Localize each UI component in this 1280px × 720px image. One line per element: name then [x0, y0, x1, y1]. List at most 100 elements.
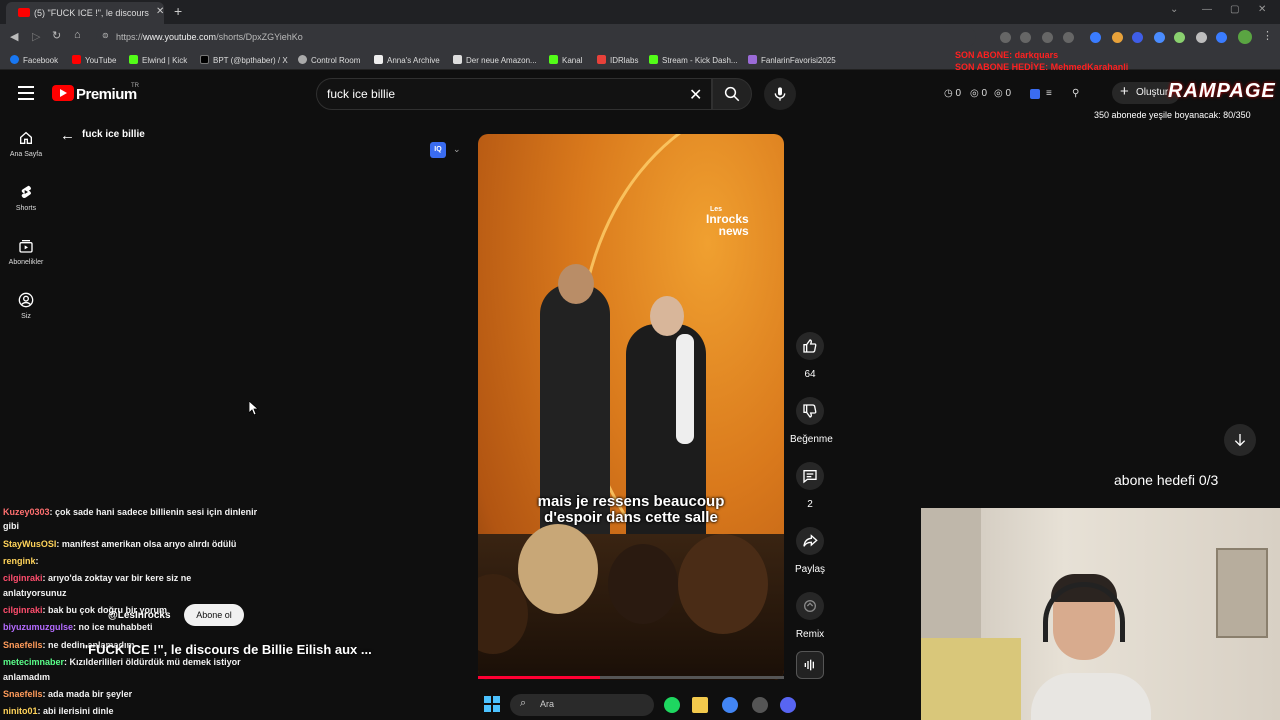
share-button[interactable]: Paylaş: [790, 527, 830, 575]
hamburger-menu-icon[interactable]: [18, 86, 34, 100]
share-icon[interactable]: [1042, 32, 1053, 43]
bookmark-kick-dash[interactable]: Stream - Kick Dash...: [649, 55, 738, 65]
microphone-icon: [774, 87, 786, 101]
next-video-button[interactable]: [1224, 424, 1256, 456]
url-path: /shorts/DpxZGYiehKo: [216, 32, 303, 42]
obs-icon[interactable]: [752, 697, 768, 713]
account-icon: [18, 292, 34, 308]
chevron-down-icon[interactable]: ⌄: [1170, 4, 1178, 15]
profile-avatar-icon[interactable]: [1238, 30, 1252, 44]
back-icon[interactable]: ◀: [10, 30, 18, 43]
subscriptions-icon: [19, 240, 33, 253]
file-explorer-icon[interactable]: [692, 697, 708, 713]
youtube-logo-icon[interactable]: [52, 85, 74, 101]
eye-icon: ◎: [994, 88, 1003, 99]
inrocks-watermark: Les Inrocks news: [706, 206, 749, 237]
voice-search-button[interactable]: [764, 78, 796, 110]
search-button[interactable]: [712, 78, 752, 110]
download-icon[interactable]: [1000, 32, 1011, 43]
bookmark-youtube[interactable]: YouTube: [72, 55, 116, 65]
queue-icon[interactable]: ≡: [1046, 88, 1052, 99]
bookmark-star-icon[interactable]: [1063, 32, 1074, 43]
idrlabs-icon: [597, 55, 606, 64]
iq-extension-icon[interactable]: IQ: [430, 142, 446, 158]
back-arrow-icon[interactable]: ←: [60, 127, 75, 144]
stat-value: 0: [1005, 88, 1012, 99]
dislike-button[interactable]: Beğenme: [790, 397, 833, 445]
extension-icon[interactable]: [1132, 32, 1143, 43]
like-button[interactable]: 64: [790, 332, 830, 380]
spotify-icon[interactable]: [664, 697, 680, 713]
bookmark-control-room[interactable]: Control Room: [298, 55, 360, 65]
sidebar-item-label: Siz: [21, 313, 31, 320]
extension-icon[interactable]: [1090, 32, 1101, 43]
forward-icon[interactable]: ▷: [32, 30, 40, 43]
chat-username: StayWusOSI: [3, 539, 57, 549]
comments-button[interactable]: 2: [790, 462, 830, 510]
sidebar-item-subscriptions[interactable]: Abonelikler: [0, 238, 52, 266]
minimize-icon[interactable]: —: [1202, 4, 1212, 15]
sound-thumbnail-icon[interactable]: [796, 651, 824, 679]
bookmark-annas-archive[interactable]: Anna's Archive: [374, 55, 440, 65]
taskbar-search-input[interactable]: ⌕ Ara: [510, 694, 654, 716]
share-label: Paylaş: [794, 564, 825, 575]
bookmark-facebook[interactable]: Facebook: [10, 55, 58, 65]
bookmark-fanlarin[interactable]: FanlarinFavorisi2025: [748, 55, 836, 65]
extension-icon[interactable]: [1174, 32, 1185, 43]
sidebar-item-home[interactable]: Ana Sayfa: [0, 130, 52, 158]
url-input[interactable]: ⊜ https://www.youtube.com/shorts/DpxZGYi…: [96, 27, 976, 47]
discord-icon[interactable]: [780, 697, 796, 713]
sidebar-item-you[interactable]: Siz: [0, 292, 52, 320]
extension-badge-icon[interactable]: [1030, 89, 1040, 99]
bookmark-idrlabs[interactable]: IDRlabs: [597, 55, 638, 65]
new-tab-icon[interactable]: +: [174, 3, 182, 19]
url-host: www.youtube.com: [143, 32, 217, 42]
eye-icon: ◎: [970, 88, 979, 99]
sidebar-item-label: Abonelikler: [8, 259, 44, 266]
bookmark-elwind[interactable]: Elwind | Kick: [129, 55, 187, 65]
windows-start-icon[interactable]: [484, 696, 500, 712]
sidebar-item-label: Ana Sayfa: [9, 151, 43, 158]
home-browser-icon[interactable]: ⌂: [74, 29, 81, 41]
bookmark-label: IDRlabs: [610, 56, 639, 65]
bookmark-kanal[interactable]: Kanal: [549, 55, 582, 65]
subscriber-goal-widget: abone hedefi 0/3: [1114, 472, 1219, 488]
thumbs-up-icon: [803, 339, 817, 353]
bookmark-bpt[interactable]: BPT (@bpthaber) / X: [200, 55, 288, 65]
chevron-down-icon[interactable]: ⌄: [453, 144, 461, 155]
video-progress-bar[interactable]: [478, 676, 784, 679]
comment-icon: [803, 470, 817, 484]
kebab-menu-icon[interactable]: ⋮: [1262, 29, 1273, 42]
chrome-icon[interactable]: [722, 697, 738, 713]
sidebar-item-shorts[interactable]: Shorts: [0, 184, 52, 212]
video-title[interactable]: "FUCK ICE !", le discours de Billie Eili…: [82, 642, 372, 657]
remix-button[interactable]: Remix: [790, 592, 830, 640]
shorts-video-player[interactable]: Les Inrocks news mais je ressens beaucou…: [478, 134, 784, 680]
youtube-premium-wordmark[interactable]: Premium: [76, 86, 137, 103]
extensions-puzzle-icon[interactable]: [1196, 32, 1207, 43]
tab-close-icon[interactable]: ✕: [156, 6, 164, 17]
subscribe-button[interactable]: Abone ol: [184, 604, 244, 626]
bookmark-amazon[interactable]: Der neue Amazon...: [453, 55, 537, 65]
comment-count: 2: [807, 499, 813, 510]
search-input[interactable]: fuck ice billie ✕: [316, 78, 712, 110]
stream-icon[interactable]: ⚲: [1072, 88, 1079, 99]
url-lock-icon: ⊜: [102, 31, 109, 40]
browser-tab[interactable]: (5) "FUCK ICE !", le discours ✕: [6, 2, 164, 24]
annas-archive-icon: [374, 55, 383, 64]
channel-name[interactable]: @LesInrocks: [108, 610, 171, 621]
kick-icon: [549, 55, 558, 64]
chat-username: cilginraki: [3, 605, 43, 615]
page-title: fuck ice billie: [82, 129, 145, 140]
extension-icon[interactable]: [1112, 32, 1123, 43]
zoom-icon[interactable]: [1020, 32, 1031, 43]
progress-fill: [478, 676, 601, 679]
sidepanel-icon[interactable]: [1216, 32, 1227, 43]
subscriber-goal-text: 350 abonede yeşile boyanacak: 80/350: [1094, 110, 1251, 120]
extension-icon[interactable]: [1154, 32, 1165, 43]
bookmark-label: Anna's Archive: [387, 56, 440, 65]
clear-search-icon[interactable]: ✕: [689, 85, 702, 105]
close-window-icon[interactable]: ✕: [1258, 4, 1266, 15]
reload-icon[interactable]: ↻: [52, 29, 61, 42]
maximize-icon[interactable]: ▢: [1230, 4, 1239, 15]
